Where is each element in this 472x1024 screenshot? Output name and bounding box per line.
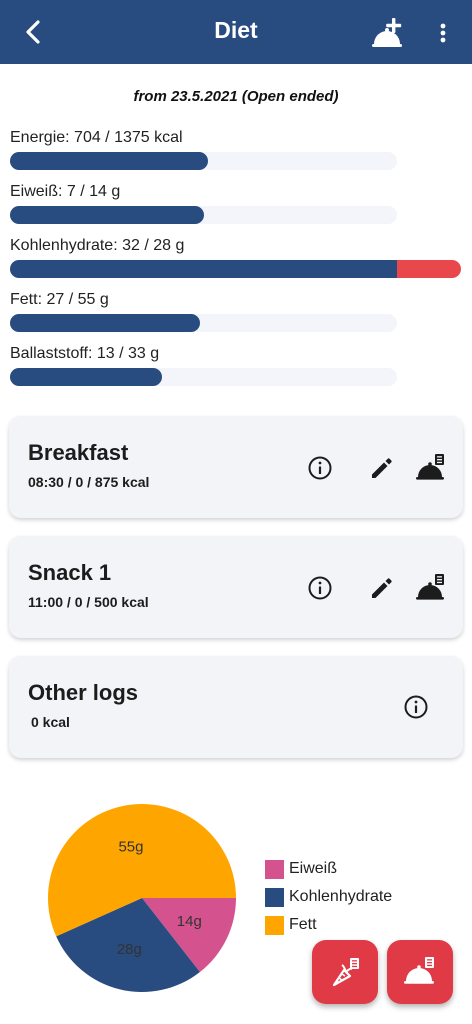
info-icon [308, 456, 332, 480]
legend-swatch [265, 859, 284, 879]
meal-name: Breakfast [28, 440, 129, 465]
pie-slice-label: 55g [118, 839, 143, 856]
meal-edit-button[interactable] [366, 452, 398, 484]
legend-item-protein: Eiweiß [265, 855, 392, 883]
meal-summary: 11:00 / 0 / 500 kcal [28, 594, 149, 610]
app-bar: Diet [0, 0, 472, 64]
pie-slice-label: 28g [117, 941, 142, 958]
back-button[interactable] [18, 16, 50, 48]
nutrient-carbs: Kohlenhydrate: 32 / 28 g [10, 236, 470, 278]
more-vert-icon [440, 23, 446, 43]
log-meal-icon [416, 454, 444, 480]
edit-icon [372, 458, 392, 478]
log-meal-fab[interactable] [387, 940, 453, 1004]
legend-label: Eiweiß [289, 860, 338, 877]
progress-over-goal [397, 260, 461, 278]
nutrient-label: Ballaststoff: 13 / 33 g [10, 345, 160, 362]
log-meal-icon [416, 574, 444, 600]
nutrient-label: Fett: 27 / 55 g [10, 291, 109, 308]
info-icon [308, 576, 332, 600]
meal-card-breakfast[interactable]: Breakfast 08:30 / 0 / 875 kcal [9, 416, 463, 518]
progress-fill [10, 368, 163, 386]
macro-pie-chart: 14g 28g 55g [46, 802, 238, 994]
chart-legend: Eiweiß Kohlenhydrate Fett [265, 855, 392, 939]
nutrient-energy: Energie: 704 / 1375 kcal [10, 128, 470, 170]
progress-fill [10, 260, 397, 278]
nutrient-label: Eiweiß: 7 / 14 g [10, 183, 121, 200]
plan-date-range: from 23.5.2021 (Open ended) [133, 88, 339, 105]
legend-item-carbs: Kohlenhydrate [265, 883, 392, 911]
more-options-button[interactable] [430, 18, 456, 48]
legend-item-fat: Fett [265, 911, 392, 939]
meal-info-button[interactable] [304, 572, 336, 604]
nutrient-label: Energie: 704 / 1375 kcal [10, 129, 183, 146]
meal-card-other-logs[interactable]: Other logs 0 kcal [9, 656, 463, 758]
progress-fill [10, 152, 209, 170]
meal-edit-button[interactable] [366, 572, 398, 604]
pie-svg: 14g 28g 55g [48, 804, 236, 992]
meal-name: Snack 1 [28, 560, 112, 585]
cloche-plus-icon [372, 18, 402, 47]
legend-label: Kohlenhydrate [289, 888, 393, 905]
arrow-back-icon [26, 20, 40, 44]
meal-summary: 0 kcal [31, 714, 70, 730]
legend-swatch [265, 915, 284, 935]
log-food-fab[interactable] [312, 940, 378, 1004]
meal-card-snack[interactable]: Snack 1 11:00 / 0 / 500 kcal [9, 536, 463, 638]
nutrient-fiber: Ballaststoff: 13 / 33 g [10, 344, 470, 386]
pie-slice-label: 14g [177, 913, 202, 930]
add-meal-button[interactable] [370, 16, 406, 50]
meal-log-button[interactable] [414, 572, 450, 604]
meal-info-button[interactable] [400, 691, 432, 723]
edit-icon [372, 578, 392, 598]
legend-swatch [265, 887, 284, 907]
progress-fill [10, 206, 204, 224]
nutrient-label: Kohlenhydrate: 32 / 28 g [10, 237, 185, 254]
progress-fill [10, 314, 200, 332]
food-log-icon [332, 958, 359, 987]
meal-info-button[interactable] [304, 452, 336, 484]
meal-log-icon [404, 957, 434, 984]
info-icon [404, 695, 428, 719]
legend-label: Fett [289, 916, 317, 933]
meal-name: Other logs [28, 680, 139, 705]
nutrient-protein: Eiweiß: 7 / 14 g [10, 182, 470, 224]
meal-log-button[interactable] [414, 452, 450, 484]
nutrient-fat: Fett: 27 / 55 g [10, 290, 470, 332]
meal-summary: 08:30 / 0 / 875 kcal [28, 474, 150, 490]
